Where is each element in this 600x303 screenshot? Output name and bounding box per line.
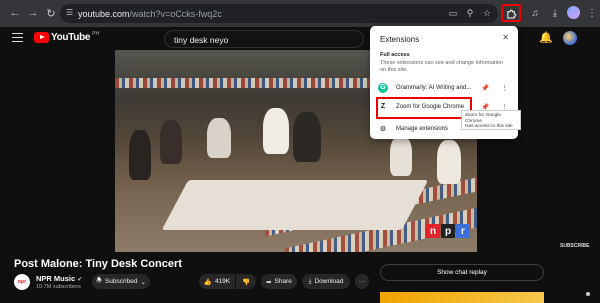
hamburger-menu-icon[interactable] [12, 33, 23, 42]
download-arrow-icon: ⤓ [308, 277, 312, 285]
npr-letter: p [441, 224, 455, 238]
highlight-box [376, 97, 472, 119]
notifications-bell-icon[interactable]: 🔔 [539, 31, 553, 44]
extension-row-grammarly[interactable]: G Grammarly: AI Writing and... 📌 ⋮ [378, 81, 512, 94]
youtube-logo-text: YouTube [51, 32, 91, 43]
address-bar[interactable]: ☰ youtube.com/watch?v=oCcks-fwq2c ▭ ⚲ ☆ [60, 4, 498, 23]
download-icon[interactable]: ⤓ [547, 4, 563, 22]
back-icon[interactable]: ← [6, 4, 24, 22]
share-icon: ➦ [266, 278, 272, 286]
video-title: Post Malone: Tiny Desk Concert [14, 258, 182, 270]
video-musician [437, 140, 461, 184]
download-label: Download [314, 278, 344, 285]
full-access-heading: Full access [380, 52, 410, 58]
account-avatar[interactable] [563, 31, 577, 45]
subscriber-count: 10.7M subscribers [36, 284, 81, 290]
more-actions-label: ··· [358, 278, 366, 285]
video-musician [390, 136, 412, 176]
forward-icon[interactable]: → [24, 4, 42, 22]
address-text[interactable]: youtube.com/watch?v=oCcks-fwq2c [78, 9, 222, 19]
download-button[interactable]: ⤓ Download [302, 274, 350, 289]
dislike-button[interactable]: 👎 [236, 274, 256, 289]
popup-title: Extensions [380, 35, 420, 44]
subscribed-button[interactable]: 🕭 Subscribed ⌄ [92, 274, 150, 289]
like-count: 419K [214, 278, 231, 285]
video-musician [293, 112, 321, 162]
puzzle-icon [506, 9, 516, 19]
more-options-icon[interactable]: ⋮ [501, 84, 508, 92]
chrome-menu-icon[interactable]: ⋮ [584, 4, 600, 22]
channel-name[interactable]: NPR Music ✔ [36, 274, 82, 283]
share-button[interactable]: ➦ Share [261, 274, 297, 289]
install-app-icon[interactable]: ▭ [446, 6, 460, 20]
settings-gear-icon: ⚙ [379, 125, 387, 133]
npr-letter: r [456, 224, 470, 238]
thumbs-down-icon: 👎 [241, 278, 251, 286]
scroll-indicator [586, 292, 590, 296]
full-access-description: These extensions can see and change info… [380, 60, 503, 73]
manage-extensions-label: Manage extensions [396, 125, 449, 132]
zoom-icon[interactable]: ⚲ [463, 6, 477, 20]
site-info-icon[interactable]: ☰ [66, 8, 76, 18]
verified-icon: ✔ [77, 277, 83, 283]
npr-logo: n p r [426, 224, 470, 238]
profile-avatar[interactable] [567, 6, 580, 19]
more-actions-button[interactable]: ··· [355, 274, 369, 289]
youtube-play-icon [34, 32, 49, 43]
video-musician [207, 118, 231, 158]
subscribed-label: Subscribed [104, 278, 138, 285]
chevron-down-icon: ⌄ [140, 278, 146, 286]
video-desk [161, 180, 429, 230]
recommended-thumbnail[interactable] [380, 292, 544, 303]
bookmark-star-icon[interactable]: ☆ [480, 6, 494, 20]
like-button[interactable]: 👍 419K [199, 274, 235, 289]
extensions-puzzle-button[interactable] [501, 4, 521, 22]
region-code: PH [92, 30, 100, 37]
video-musician [263, 108, 289, 154]
npr-letter: n [426, 224, 440, 238]
show-chat-replay-button[interactable]: Show chat replay [380, 264, 544, 281]
reload-icon[interactable]: ↻ [42, 4, 60, 22]
search-input[interactable]: tiny desk neyo [164, 30, 364, 48]
video-musician [160, 120, 182, 164]
video-musician [129, 130, 151, 180]
media-control-icon[interactable]: ♫ [527, 4, 543, 22]
browser-toolbar: ← → ↻ ☰ youtube.com/watch?v=oCcks-fwq2c … [0, 0, 600, 27]
tooltip-line: Zoom for Google Chrome [465, 113, 501, 124]
grammarly-icon: G [378, 82, 388, 93]
youtube-logo[interactable]: YouTube PH [34, 30, 100, 43]
pin-icon[interactable]: 📌 [481, 84, 489, 92]
thumbs-up-icon: 👍 [203, 278, 212, 286]
extension-tooltip: Zoom for Google Chrome Has access to thi… [461, 110, 521, 130]
tooltip-line: Has access to this site [465, 124, 513, 129]
subscribe-watermark[interactable]: SUBSCRIBE [560, 243, 589, 249]
share-label: Share [274, 278, 292, 285]
channel-avatar[interactable]: npr [14, 274, 30, 290]
bell-icon: 🕭 [96, 277, 102, 284]
extension-name: Grammarly: AI Writing and... [396, 84, 472, 91]
close-icon[interactable]: ✕ [502, 33, 509, 42]
